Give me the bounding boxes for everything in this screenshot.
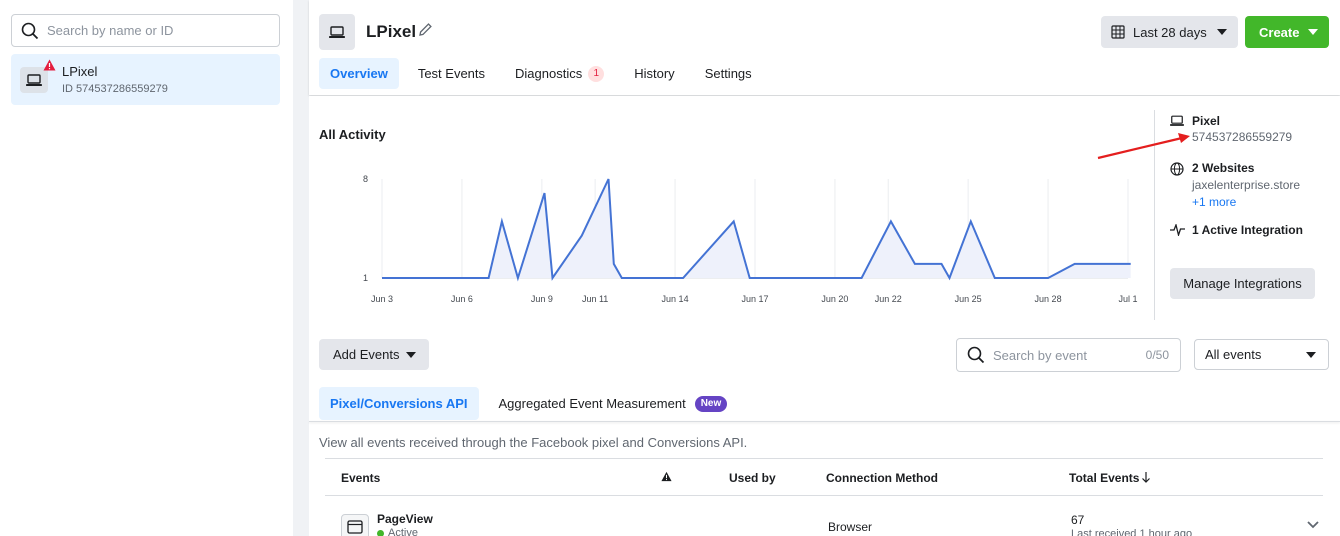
event-name: PageView [377,512,433,526]
tab-label: Overview [330,66,388,81]
x-tick-label: Jul 1 [1118,294,1137,304]
caret-down-icon [1306,352,1316,358]
pixel-id: ID 574537286559279 [62,83,168,95]
pixel-id-value: 574537286559279 [1192,130,1293,144]
subtab-label: Pixel/Conversions API [330,396,468,411]
divider [309,421,1340,422]
event-search-placeholder: Search by event [993,347,1087,363]
caret-down-icon [1308,29,1318,35]
event-subtabs: Pixel/Conversions API Aggregated Event M… [319,387,747,420]
laptop-icon [319,14,355,50]
caret-down-icon [406,352,416,358]
tab-aggregated-event-measurement[interactable]: Aggregated Event Measurement New [488,387,739,420]
warning-icon [43,59,56,71]
website-domain: jaxelenterprise.store [1192,178,1301,192]
add-events-button[interactable]: Add Events [319,339,429,370]
event-search-count: 0/50 [1145,348,1169,362]
tab-label: Test Events [417,66,486,81]
more-websites-link[interactable]: +1 more [1192,195,1236,209]
calendar-icon [1111,25,1125,39]
tab-overview[interactable]: Overview [319,58,399,89]
caret-down-icon [1217,29,1227,35]
pixel-header: LPixel Last 28 days Create Overview Test… [309,0,1340,95]
y-tick-label: 8 [363,174,368,184]
pencil-icon[interactable] [418,22,433,37]
pixel-list-panel: Search by name or ID LPixel ID 574537286… [0,0,293,536]
table-header: Events Used by Connection Method Total E… [325,458,1323,496]
x-tick-label: Jun 20 [821,294,848,304]
manage-integrations-label: Manage Integrations [1183,276,1302,291]
tab-settings[interactable]: Settings [694,58,763,89]
column-events[interactable]: Events [341,471,380,485]
tab-history[interactable]: History [623,58,685,89]
search-icon [21,22,39,39]
x-tick-label: Jun 28 [1035,294,1062,304]
tab-label: Diagnostics [515,66,583,81]
x-tick-label: Jun 11 [582,294,608,304]
chevron-down-icon[interactable] [1307,521,1319,529]
y-tick-label: 1 [363,273,368,283]
event-last-received: Last received 1 hour ago [1071,528,1193,536]
laptop-icon [1170,115,1184,126]
annotation-arrow [1097,133,1190,160]
browser-window-icon [341,514,369,536]
websites-label: 2 Websites [1192,161,1255,175]
event-status: Active [377,527,418,536]
x-tick-label: Jun 17 [741,294,768,304]
total-events-label: Total Events [1069,471,1140,485]
pixel-search-placeholder: Search by name or ID [47,23,174,38]
event-search-input[interactable]: Search by event 0/50 [956,338,1181,372]
tab-diagnostics[interactable]: Diagnostics 1 [504,58,615,89]
x-tick-label: Jun 9 [531,294,553,304]
add-events-label: Add Events [333,347,400,362]
pixel-label: Pixel [1192,114,1221,128]
search-icon [967,346,985,364]
x-tick-label: Jun 3 [371,294,393,304]
chart-ticks: Jun 3 Jun 6 Jun 9 Jun 11 Jun 14 Jun 17 Jun 20 J… [363,174,1138,304]
pixel-list-item[interactable]: LPixel ID 574537286559279 [11,54,280,105]
diagnostics-badge: 1 [588,65,605,82]
tab-pixel-conversions-api[interactable]: Pixel/Conversions API [319,387,479,420]
events-filter-select[interactable]: All events [1194,339,1329,370]
tab-label: Settings [704,66,752,81]
column-total-events[interactable]: Total Events [1069,471,1151,485]
event-connection-method: Browser [828,520,873,534]
new-badge: New [694,395,728,412]
warning-icon [661,471,672,482]
arrow-down-icon [1142,472,1151,483]
x-tick-label: Jun 6 [451,294,473,304]
chart-area [382,179,1131,278]
date-range-button[interactable]: Last 28 days [1101,16,1238,48]
pixel-name: LPixel [62,64,98,79]
events-filter-value: All events [1205,347,1262,362]
page-title: LPixel [366,22,417,41]
table-row[interactable]: PageView Active Browser 67 Last received… [325,496,1323,536]
create-button[interactable]: Create [1245,16,1329,48]
tab-test-events[interactable]: Test Events [407,58,496,89]
activity-chart: Jun 3 Jun 6 Jun 9 Jun 11 Jun 14 Jun 17 Jun 20 J… [363,174,1138,304]
integration-label: 1 Active Integration [1192,223,1303,237]
x-tick-label: Jun 25 [955,294,982,304]
activity-title: All Activity [319,127,386,142]
column-connection-method[interactable]: Connection Method [826,471,938,485]
x-tick-label: Jun 22 [875,294,902,304]
x-tick-label: Jun 14 [662,294,689,304]
column-used-by[interactable]: Used by [729,471,776,485]
subtab-label: Aggregated Event Measurement [498,396,686,411]
tab-label: History [634,66,675,81]
events-description: View all events received through the Fac… [319,435,748,450]
pixel-search-input[interactable]: Search by name or ID [11,14,280,47]
status-label: Active [388,527,418,536]
create-label: Create [1259,24,1300,40]
status-dot [377,529,384,536]
activity-pulse-icon [1170,224,1185,236]
manage-integrations-button[interactable]: Manage Integrations [1170,268,1315,299]
date-range-label: Last 28 days [1133,24,1207,40]
event-total: 67 [1071,513,1085,527]
header-tabs: Overview Test Events Diagnostics 1 Histor… [319,58,771,89]
